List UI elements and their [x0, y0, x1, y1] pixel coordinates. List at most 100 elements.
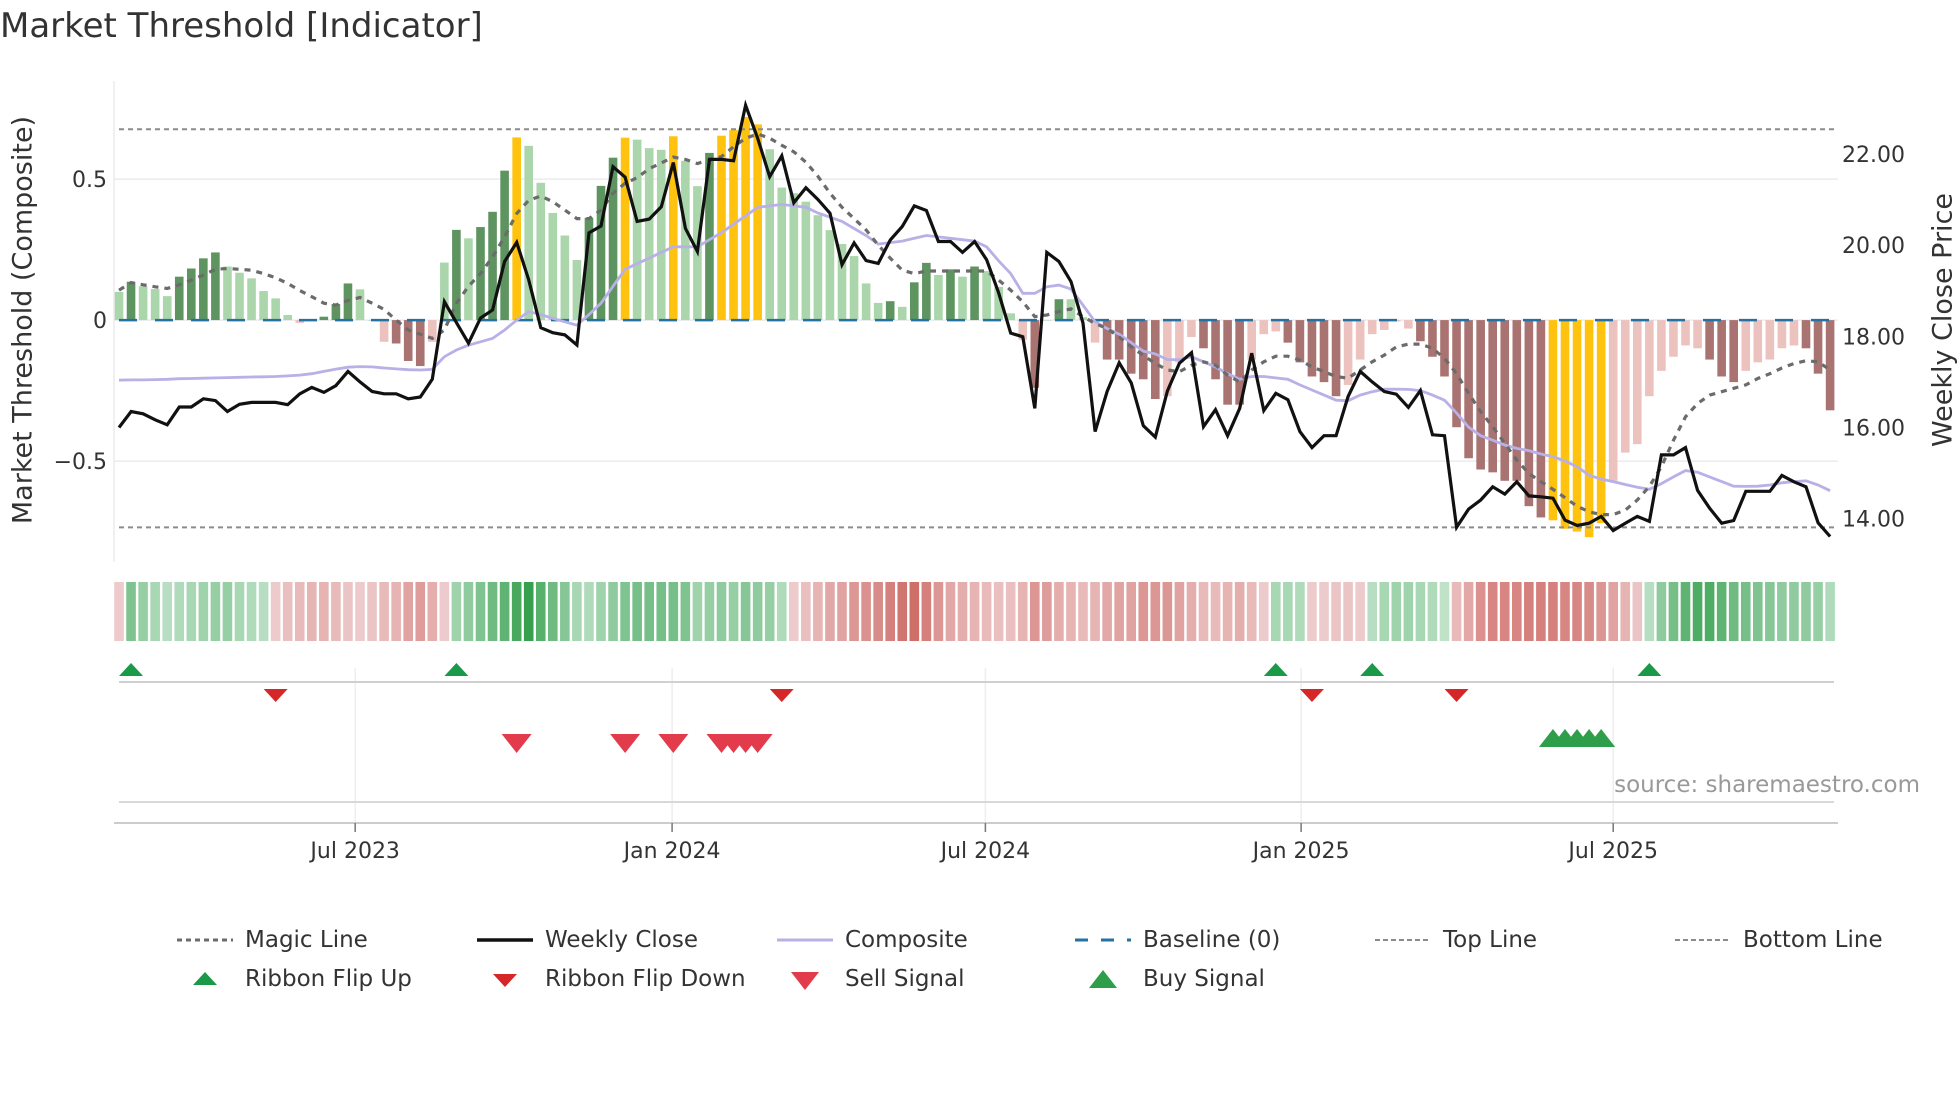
right-tick-label: 16.00	[1842, 417, 1905, 442]
ribbon-cell	[933, 582, 944, 641]
composite-bar	[1620, 320, 1630, 453]
left-tick-label: 0.5	[72, 168, 107, 193]
ribbon-cell	[1017, 582, 1028, 641]
ribbon-cell	[1403, 582, 1414, 641]
composite-bar	[235, 272, 244, 321]
ribbon-cell	[740, 582, 751, 641]
composite-bar	[403, 320, 413, 361]
ribbon-cell	[150, 582, 160, 641]
ribbon-cell	[861, 582, 871, 641]
composite-bar	[777, 187, 787, 321]
ribbon-cell	[499, 582, 510, 641]
composite-bar	[1271, 320, 1281, 332]
composite-bar	[681, 160, 690, 321]
legend-item-close: Weekly Close	[475, 925, 698, 955]
ribbon-cell	[1632, 582, 1643, 641]
composite-bar	[1223, 320, 1232, 405]
ribbon-cell	[1475, 582, 1486, 641]
composite-bar	[1440, 320, 1449, 377]
composite-bar	[548, 212, 558, 321]
ribbon-cell	[1777, 582, 1787, 641]
ribbon-cell	[692, 582, 703, 641]
composite-bar	[319, 316, 329, 321]
ribbon-cell	[548, 582, 558, 641]
composite-bar	[126, 281, 136, 321]
composite-bar	[1801, 320, 1811, 349]
ribbon-cell	[1331, 582, 1341, 641]
ribbon-cell	[1499, 582, 1510, 641]
composite-bar	[1536, 320, 1546, 518]
composite-bar	[910, 282, 919, 321]
composite-bar	[885, 301, 895, 321]
legend-item-baseline: Baseline (0)	[1073, 925, 1280, 955]
x-tick-label: Jan 2025	[1251, 839, 1350, 864]
composite-bar	[1476, 320, 1485, 470]
ribbon-cell	[572, 582, 582, 641]
legend-baseline-icon	[1075, 938, 1131, 942]
composite-bar	[452, 229, 461, 321]
legend-magic-icon	[177, 938, 233, 942]
ribbon-cell	[391, 582, 401, 641]
ribbon-cell	[801, 582, 811, 641]
x-tick-label: Jul 2024	[939, 839, 1031, 864]
composite-bar	[632, 139, 642, 321]
ribbon-cell	[620, 582, 630, 641]
composite-bar	[1295, 320, 1305, 363]
ribbon-cell	[1222, 582, 1233, 641]
ribbon-cell	[1668, 582, 1679, 641]
composite-bar	[379, 320, 389, 342]
ribbon-flip-down-marker	[1444, 689, 1469, 702]
legend-label: Ribbon Flip Up	[245, 966, 412, 992]
ribbon-cell	[1789, 582, 1799, 641]
legend-buy-icon	[1089, 970, 1117, 988]
ribbon-cell	[1439, 582, 1450, 641]
ribbon-cell	[126, 582, 136, 641]
x-tick-label: Jul 2023	[308, 839, 400, 864]
composite-bar	[415, 320, 425, 367]
ribbon-cell	[668, 582, 679, 641]
ribbon-flip-up-marker	[1360, 663, 1385, 676]
composite-bar	[271, 298, 280, 321]
composite-bar	[1777, 320, 1787, 349]
composite-bar	[1199, 320, 1208, 349]
left-tick-label: −0.5	[54, 450, 107, 475]
ribbon-cell	[451, 582, 462, 641]
ribbon-cell	[1608, 582, 1618, 641]
composite-bar	[1705, 320, 1714, 360]
ribbon-cell	[1427, 582, 1438, 641]
ribbon-cell	[897, 582, 908, 641]
composite-bar	[1416, 320, 1425, 342]
ribbon-cell	[1114, 582, 1124, 641]
ribbon-cell	[1126, 582, 1136, 641]
ribbon-flip-down-marker	[263, 689, 288, 702]
ribbon-cell	[427, 582, 438, 641]
composite-bar	[199, 258, 208, 321]
composite-bar	[861, 283, 871, 321]
composite-bar	[355, 289, 365, 321]
ribbon-cell	[1463, 582, 1474, 641]
legend-item-flip-up: Ribbon Flip Up	[175, 964, 412, 994]
sell-signal-marker	[501, 734, 532, 753]
ribbon-cell	[1186, 582, 1197, 641]
ribbon-cell	[1584, 582, 1594, 641]
ribbon-flip-up-marker	[1637, 663, 1662, 676]
composite-bar	[223, 266, 232, 321]
ribbon-cell	[752, 582, 763, 641]
ribbon-cell	[1656, 582, 1667, 641]
legend-item-composite: Composite	[775, 925, 968, 955]
composite-bar	[897, 306, 907, 321]
composite-bar	[211, 252, 220, 321]
composite-bar	[1054, 299, 1064, 321]
legend-label: Buy Signal	[1143, 966, 1265, 992]
composite-bar	[1813, 320, 1823, 374]
ribbon-cell	[608, 582, 618, 641]
composite-bar	[656, 149, 666, 321]
composite-bar	[1524, 320, 1534, 507]
ribbon-cell	[1066, 582, 1076, 641]
composite-bar	[1428, 320, 1437, 357]
ribbon-cell	[921, 582, 932, 641]
legend-sell-icon	[791, 972, 819, 990]
ribbon-cell	[1234, 582, 1245, 641]
composite-bar	[1608, 320, 1618, 481]
legend-label: Weekly Close	[545, 927, 698, 953]
